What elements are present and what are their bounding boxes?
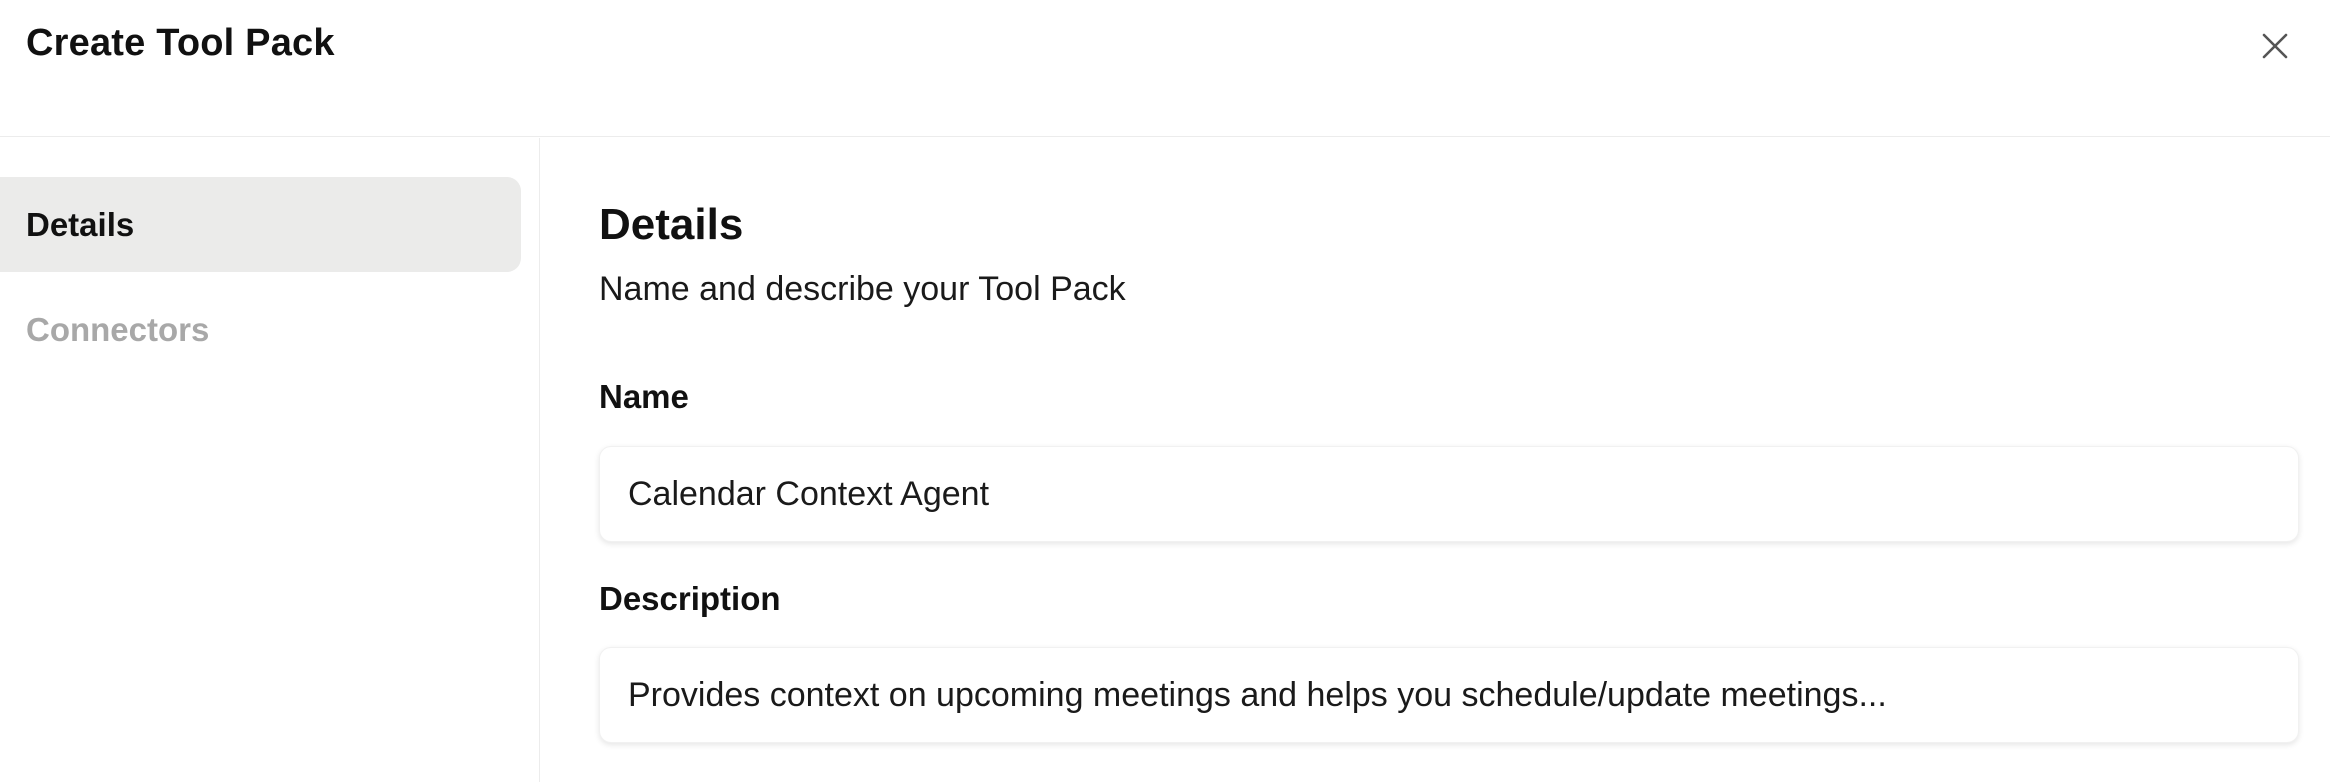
sidebar-item-label: Details [26, 205, 135, 243]
section-subtitle: Name and describe your Tool Pack [599, 270, 1126, 308]
name-label: Name [599, 378, 689, 415]
close-button[interactable] [2255, 26, 2295, 66]
name-input[interactable]: Calendar Context Agent [599, 446, 2299, 542]
sidebar-item-label: Connectors [26, 310, 210, 348]
close-icon [2262, 33, 2288, 59]
sidebar-item-connectors[interactable]: Connectors [0, 282, 521, 377]
description-input-value: Provides context on upcoming meetings an… [628, 675, 1887, 714]
name-input-value: Calendar Context Agent [628, 474, 990, 513]
sidebar-nav: Details Connectors [0, 138, 540, 782]
description-input[interactable]: Provides context on upcoming meetings an… [599, 647, 2299, 743]
dialog-title: Create Tool Pack [26, 22, 335, 64]
dialog-header: Create Tool Pack [0, 0, 2330, 137]
sidebar-item-details[interactable]: Details [0, 177, 521, 272]
description-label: Description [599, 580, 781, 617]
section-title: Details [599, 200, 744, 249]
